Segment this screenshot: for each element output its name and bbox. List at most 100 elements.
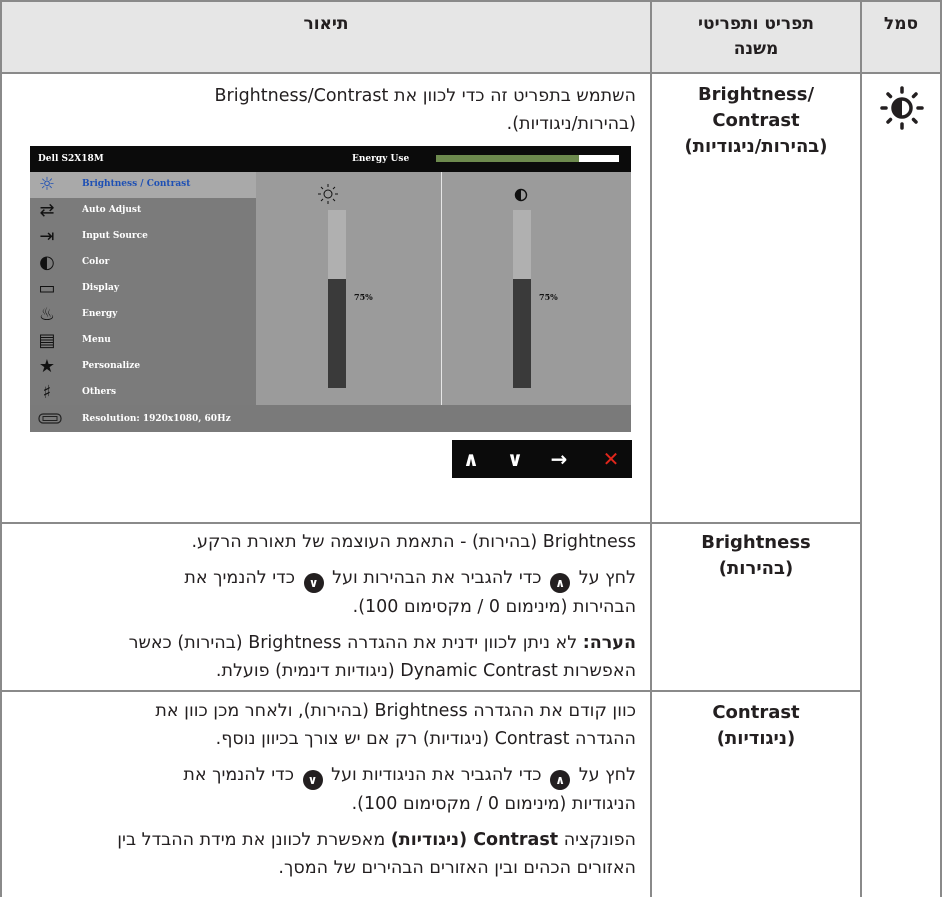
function-text: הפונקציה	[563, 830, 636, 850]
osd-menu-label: Personalize	[82, 361, 141, 371]
osd-menu-item[interactable]: ★ Personalize	[30, 354, 256, 380]
menu-name-line2: (בהירות)	[718, 558, 794, 579]
header-menu-line2: משנה	[733, 39, 779, 59]
osd-menu-label: Menu	[82, 335, 111, 345]
osd-title-bar: Dell S2X18M Energy Use	[30, 146, 631, 172]
osd-menu-label: Color	[82, 257, 110, 267]
desc-line: Brightness (בהירות) - התאמת העוצמה של תא…	[191, 532, 636, 552]
sun-icon	[318, 184, 338, 204]
desc-line: כוון קודם את ההגדרה Brightness (בהירות),…	[155, 701, 636, 721]
decrease-text: כדי להנמיך את	[184, 568, 295, 588]
brightness-icon: ☼	[38, 174, 56, 195]
osd-menu-item[interactable]: ☼ Brightness / Contrast	[30, 172, 256, 198]
contrast-percent: 75%	[539, 292, 558, 302]
brightness-percent: 75%	[354, 292, 373, 302]
energy-meter-fill	[436, 155, 579, 162]
up-circle-icon: ∧	[550, 573, 571, 593]
press-text: לחץ על	[578, 765, 636, 785]
input-source-icon: ⇥	[39, 226, 55, 247]
description-contrast: כוון קודם את ההגדרה Brightness (בהירות),…	[12, 697, 636, 882]
increase-text: כדי להגביר את הבהירות ועל	[332, 568, 542, 588]
down-circle-icon: ∨	[303, 573, 324, 593]
desc-line: הבהירות (מינימום 0 / מקסימום 100).	[352, 597, 636, 617]
osd-menu-item[interactable]: ▭ Display	[30, 276, 256, 302]
osd-energy-label: Energy Use	[352, 154, 410, 164]
description-brightness-contrast: השתמש בתפריט זה כדי לכוון את Brightness/…	[12, 82, 637, 138]
col-divider-menu	[860, 0, 862, 897]
menu-name-line1: Brightness/	[697, 84, 815, 105]
note-line: האפשרות Dynamic Contrast (ניגודיות דינמי…	[215, 661, 636, 681]
panel-divider	[441, 172, 442, 405]
decrease-text: כדי להנמיך את	[183, 765, 294, 785]
note-label: הערה:	[582, 633, 636, 653]
energy-meter	[436, 155, 619, 162]
increase-text: כדי להגביר את הניגודיות ועל	[331, 765, 542, 785]
down-circle-icon: ∨	[302, 770, 323, 790]
desc-line: (בהירות/ניגודיות).	[506, 114, 636, 134]
osd-menu-item[interactable]: ♯ Others	[30, 380, 256, 406]
row-divider-2	[0, 690, 862, 692]
brightness-bar	[328, 279, 346, 388]
menu-name-brightness-contrast: Brightness/ Contrast (בהירות/ניגודיות)	[652, 82, 860, 160]
function-desc: מאפשרת לכוונן את מידת ההבדל בין	[117, 830, 386, 850]
desc-line: האזורים הכהים ובין האזורים הבהירים של המ…	[278, 858, 636, 878]
osd-menu-item[interactable]: ♨ Energy	[30, 302, 256, 328]
contrast-bar	[513, 279, 531, 388]
header-symbol: סמל	[883, 14, 919, 34]
header-menu: תפריט ותפריטי משנה	[652, 12, 860, 62]
osd-menu-label: Auto Adjust	[82, 205, 142, 215]
osd-menu-item[interactable]: ⇥ Input Source	[30, 224, 256, 250]
exit-button[interactable]: ✕	[596, 444, 626, 474]
osd-model: Dell S2X18M	[38, 154, 104, 164]
menu-name-line2: Contrast	[712, 110, 800, 131]
display-icon: ▭	[38, 278, 56, 299]
osd-menu-item[interactable]: ▤ Menu	[30, 328, 256, 354]
header-description: תיאור	[303, 14, 349, 34]
osd-status-bar: Resolution: 1920x1080, 60Hz	[30, 405, 631, 432]
monitor-connector-icon	[38, 413, 62, 424]
osd-menu-label: Display	[82, 283, 120, 293]
up-circle-icon: ∧	[550, 770, 571, 790]
row-divider-1	[0, 522, 862, 524]
menu-name-line1: Contrast	[712, 702, 800, 723]
table-left-border	[0, 0, 2, 897]
menu-name-brightness: Brightness (בהירות)	[652, 530, 860, 582]
osd-menu-label: Input Source	[82, 231, 148, 241]
menu-name-line3: (בהירות/ניגודיות)	[684, 136, 828, 157]
contrast-icon	[514, 188, 528, 202]
header-menu-line1: תפריט ותפריטי	[698, 14, 814, 34]
note-line: הערה: לא ניתן לכוון ידנית את ההגדרה Brig…	[12, 629, 636, 657]
desc-line: לחץ על ∧ כדי להגביר את הבהירות ועל ∨ כדי…	[12, 564, 636, 593]
desc-line: הניגודיות (מינימום 0 / מקסימום 100).	[351, 794, 636, 814]
desc-line: ההגדרה Contrast (ניגודיות) רק אם יש צורך…	[215, 729, 636, 749]
others-icon: ♯	[42, 382, 52, 403]
osd-menu-item[interactable]: ◐ Color	[30, 250, 256, 276]
star-icon: ★	[38, 356, 56, 377]
menu-name-contrast: Contrast (ניגודיות)	[652, 700, 860, 752]
header-divider	[0, 72, 942, 74]
menu-name-line1: Brightness	[701, 532, 811, 553]
menu-icon: ▤	[38, 330, 56, 351]
note-text: לא ניתן לכוון ידנית את ההגדרה Brightness…	[128, 633, 578, 653]
osd-menu-label: Others	[82, 387, 117, 397]
desc-line: השתמש בתפריט זה כדי לכוון את Brightness/…	[214, 86, 637, 106]
description-brightness: Brightness (בהירות) - התאמת העוצמה של תא…	[12, 528, 636, 685]
osd-menu-list: ☼ Brightness / Contrast ⇄ Auto Adjust ⇥ Input…	[30, 172, 256, 405]
menu-name-line2: (ניגודיות)	[716, 728, 796, 749]
energy-icon: ♨	[38, 304, 56, 325]
desc-line: לחץ על ∧ כדי להגביר את הניגודיות ועל ∨ כ…	[12, 761, 636, 790]
osd-menu-label: Energy	[82, 309, 118, 319]
color-icon: ◐	[39, 252, 55, 273]
brightness-symbol-icon	[880, 86, 924, 130]
osd-menu-label: Brightness / Contrast	[82, 179, 191, 189]
osd-menu-item[interactable]: ⇄ Auto Adjust	[30, 198, 256, 224]
press-text: לחץ על	[578, 568, 636, 588]
up-button[interactable]: ∧	[456, 444, 486, 474]
table-top-border	[0, 0, 942, 2]
auto-adjust-icon: ⇄	[39, 200, 55, 221]
function-name: Contrast (ניגודיות)	[390, 830, 559, 850]
enter-button[interactable]: →	[544, 444, 574, 474]
resolution-text: Resolution: 1920x1080, 60Hz	[82, 414, 231, 424]
down-button[interactable]: ∨	[500, 444, 530, 474]
osd-menu-screenshot: Dell S2X18M Energy Use ☼ Brightness / Con…	[30, 146, 631, 432]
